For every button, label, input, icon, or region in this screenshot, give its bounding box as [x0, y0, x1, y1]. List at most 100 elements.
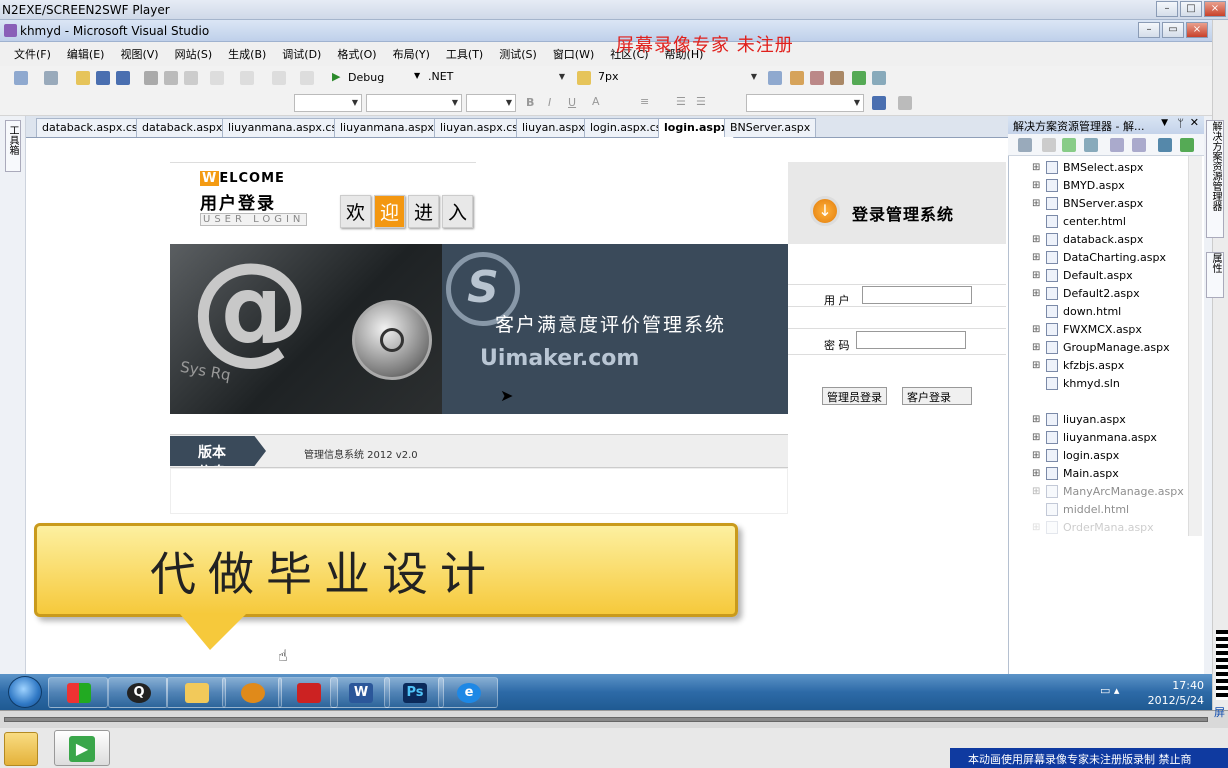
player-minimize-button[interactable]: – — [1156, 1, 1178, 17]
view-designer-icon[interactable] — [1132, 138, 1146, 152]
copy-icon[interactable] — [164, 71, 178, 85]
find-combo[interactable]: 7px ▼ — [594, 69, 760, 87]
customer-login-button[interactable]: 客户登录 — [902, 387, 972, 405]
seek-track[interactable] — [4, 717, 1208, 722]
cut-icon[interactable] — [144, 71, 158, 85]
tab-databack-aspx-cs[interactable]: databack.aspx.cs — [36, 118, 144, 137]
file-khmyd-sln[interactable]: khmyd.sln — [1032, 374, 1120, 392]
font-size-combo[interactable]: ▼ — [466, 94, 516, 112]
password-input[interactable] — [856, 331, 966, 349]
tray-icons[interactable]: ▭ ▴ — [1100, 684, 1119, 697]
undo-icon[interactable] — [210, 71, 224, 85]
menu-tools[interactable]: 工具(T) — [446, 46, 483, 62]
menu-file[interactable]: 文件(F) — [14, 46, 51, 62]
expand-icon[interactable]: ⊞ — [1032, 450, 1042, 461]
asp-config-icon[interactable] — [1180, 138, 1194, 152]
bullet-list-icon[interactable]: ☰ — [676, 95, 686, 108]
file-main[interactable]: ⊞ Main.aspx — [1032, 464, 1119, 482]
properties-icon[interactable] — [790, 71, 804, 85]
expand-icon[interactable]: ⊞ — [1032, 234, 1042, 245]
show-all-files-icon[interactable] — [1042, 138, 1056, 152]
expand-icon[interactable]: ⊞ — [1032, 432, 1042, 443]
taskbar-ie[interactable]: e — [438, 677, 498, 708]
menu-layout[interactable]: 布局(Y) — [393, 46, 430, 62]
file-manyarcmanage[interactable]: ⊞ ManyArcManage.aspx — [1032, 482, 1184, 500]
expand-icon[interactable]: ⊞ — [1032, 324, 1042, 335]
align-icon[interactable]: ≡ — [640, 95, 649, 108]
bold-icon[interactable]: B — [526, 96, 534, 109]
menu-window[interactable]: 窗口(W) — [553, 46, 594, 62]
tab-liuyanmana-aspx[interactable]: liuyanmana.aspx — [334, 118, 440, 137]
file-default2[interactable]: ⊞ Default2.aspx — [1032, 284, 1140, 302]
vs-minimize-button[interactable]: – — [1138, 22, 1160, 38]
menu-edit[interactable]: 编辑(E) — [67, 46, 105, 62]
menu-build[interactable]: 生成(B) — [228, 46, 266, 62]
file-liuyanmana[interactable]: ⊞ liuyanmana.aspx — [1032, 428, 1157, 446]
save-icon[interactable] — [96, 71, 110, 85]
toolbox-tab[interactable]: 工具箱 — [5, 120, 21, 172]
menu-debug[interactable]: 调试(D) — [282, 46, 321, 62]
expand-icon[interactable]: ⊞ — [1032, 180, 1042, 191]
find-in-files-icon[interactable] — [577, 71, 591, 85]
fore-color-icon[interactable]: A — [592, 95, 600, 108]
expand-icon[interactable]: ⊞ — [1032, 288, 1042, 299]
file-middel[interactable]: middel.html — [1032, 500, 1129, 518]
italic-icon[interactable]: I — [548, 96, 551, 109]
expand-icon[interactable]: ⊞ — [1032, 198, 1042, 209]
open-folder-icon[interactable] — [4, 732, 38, 766]
file-login[interactable]: ⊞ login.aspx — [1032, 446, 1119, 464]
menu-website[interactable]: 网站(S) — [175, 46, 213, 62]
expand-icon[interactable]: ⊞ — [1032, 468, 1042, 479]
start-debug-icon[interactable]: ▶ — [332, 70, 340, 83]
platform-combo[interactable]: .NET ▼ — [424, 69, 568, 87]
file-kfzbjs[interactable]: ⊞ kfzbjs.aspx — [1032, 356, 1124, 374]
menu-format[interactable]: 格式(O) — [337, 46, 376, 62]
taskbar-clock[interactable]: 17:40 2012/5/24 — [1140, 678, 1204, 708]
vs-restore-button[interactable]: ▭ — [1162, 22, 1184, 38]
toolbox-icon[interactable] — [830, 71, 844, 85]
copy-website-icon[interactable] — [1158, 138, 1172, 152]
expand-icon[interactable]: ⊞ — [1032, 162, 1042, 173]
vs-close-button[interactable]: × — [1186, 22, 1208, 38]
menu-test[interactable]: 测试(S) — [499, 46, 537, 62]
tab-bnserver-aspx[interactable]: BNServer.aspx — [724, 118, 817, 137]
format-icon[interactable] — [898, 96, 912, 110]
player-maximize-button[interactable]: □ — [1180, 1, 1202, 17]
navigate-back-icon[interactable] — [272, 71, 286, 85]
close-icon[interactable]: ✕ — [1190, 116, 1199, 129]
chevron-down-icon[interactable]: ▼ — [414, 71, 420, 80]
taskbar-explorer[interactable] — [166, 677, 226, 708]
nest-files-icon[interactable] — [1084, 138, 1098, 152]
open-icon[interactable] — [76, 71, 90, 85]
file-ordermana[interactable]: ⊞ OrderMana.aspx — [1032, 518, 1154, 536]
expand-icon[interactable]: ⊞ — [1032, 522, 1042, 533]
tab-login-aspx-cs[interactable]: login.aspx.cs — [584, 118, 668, 137]
taskbar-toolbox[interactable] — [278, 677, 338, 708]
player-close-button[interactable]: × — [1204, 1, 1226, 17]
expand-icon[interactable]: ⊞ — [1032, 270, 1042, 281]
refresh-icon[interactable] — [1062, 138, 1076, 152]
add-item-icon[interactable] — [44, 71, 58, 85]
block-format-combo[interactable]: ▼ — [294, 94, 362, 112]
username-input[interactable] — [862, 286, 972, 304]
expand-icon[interactable]: ⊞ — [1032, 252, 1042, 263]
tab-databack-aspx[interactable]: databack.aspx — [136, 118, 229, 137]
tab-login-aspx[interactable]: login.aspx — [658, 118, 734, 138]
taskbar-player[interactable] — [222, 677, 282, 708]
tab-liuyanmana-aspx-cs[interactable]: liuyanmana.aspx.cs — [222, 118, 344, 137]
start-button[interactable] — [8, 676, 42, 708]
file-bmyd[interactable]: ⊞ BMYD.aspx — [1032, 176, 1125, 194]
file-center[interactable]: center.html — [1032, 212, 1126, 230]
spelling-icon[interactable] — [872, 96, 886, 110]
file-liuyan[interactable]: ⊞ liuyan.aspx — [1032, 410, 1126, 428]
font-name-combo[interactable]: ▼ — [366, 94, 462, 112]
play-button[interactable]: ▶ — [54, 730, 110, 766]
chevron-down-icon[interactable]: ▼ — [1161, 118, 1168, 128]
redo-icon[interactable] — [240, 71, 254, 85]
command-window-icon[interactable] — [872, 71, 886, 85]
file-default[interactable]: ⊞ Default.aspx — [1032, 266, 1133, 284]
navigate-forward-icon[interactable] — [300, 71, 314, 85]
solution-scrollbar[interactable] — [1188, 156, 1202, 536]
file-down[interactable]: down.html — [1032, 302, 1121, 320]
taskbar-qq[interactable]: Q — [108, 677, 168, 708]
